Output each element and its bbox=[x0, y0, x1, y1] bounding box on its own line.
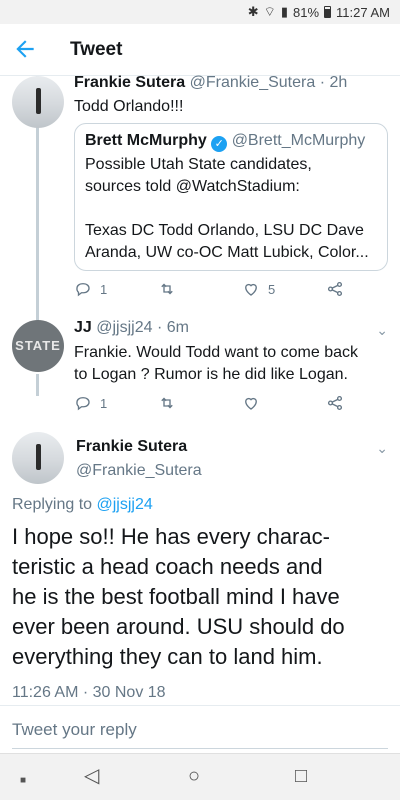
avatar[interactable] bbox=[12, 76, 64, 128]
page-title: Tweet bbox=[70, 39, 123, 60]
wifi-icon: ⌔ bbox=[263, 4, 276, 19]
reply-count: 1 bbox=[100, 395, 108, 411]
quote-header: Brett McMurphy ✓ @Brett_McMurphy bbox=[85, 132, 377, 152]
replying-to: Replying to @jjsjj24 bbox=[12, 496, 153, 514]
thread-line bbox=[36, 374, 39, 396]
verified-badge-icon: ✓ bbox=[211, 136, 228, 152]
reply-input[interactable]: Tweet your reply bbox=[12, 720, 137, 740]
avatar[interactable] bbox=[12, 432, 64, 484]
reply-icon bbox=[76, 397, 90, 411]
recents-icon[interactable]: □ bbox=[295, 766, 307, 786]
author-name[interactable]: Frankie Sutera bbox=[76, 438, 187, 456]
quote-line: Aranda, UW co-OC Matt Lubick, Color... bbox=[85, 244, 369, 261]
tweet-line: Frankie. Would Todd want to come back bbox=[74, 344, 358, 361]
tweet-age: · 6m bbox=[156, 319, 189, 336]
tweet-actions: 1 5 bbox=[74, 280, 354, 304]
reply-composer[interactable]: Tweet your reply bbox=[0, 705, 400, 753]
back-arrow-icon[interactable] bbox=[12, 36, 42, 64]
tweet-line: he is the best football mind I have bbox=[12, 584, 340, 609]
tweet-line: everything they can to land him. bbox=[12, 644, 323, 669]
battery-percent: 81% bbox=[293, 4, 320, 20]
menu-dot-icon[interactable]: ■ bbox=[20, 771, 26, 791]
reply-icon bbox=[76, 283, 90, 297]
heart-icon bbox=[245, 283, 257, 296]
quoted-tweet[interactable]: Brett McMurphy ✓ @Brett_McMurphy Possibl… bbox=[74, 123, 388, 271]
chevron-down-icon[interactable]: ⌄ bbox=[376, 322, 388, 339]
quote-author-name: Brett McMurphy bbox=[85, 132, 207, 149]
share-button[interactable] bbox=[326, 280, 344, 298]
retweet-button[interactable] bbox=[158, 280, 176, 298]
tweet-text: Todd Orlando!!! bbox=[74, 98, 184, 115]
tweet-header: JJ @jjsjj24 · 6m bbox=[74, 319, 189, 337]
like-count: 5 bbox=[268, 281, 276, 297]
chevron-down-icon[interactable]: ⌄ bbox=[376, 440, 388, 457]
retweet-icon bbox=[161, 283, 173, 295]
tweet-line: I hope so!! He has every charac- bbox=[12, 524, 330, 549]
avatar[interactable]: STATE bbox=[12, 320, 64, 372]
retweet-icon bbox=[161, 397, 173, 409]
quote-line: Texas DC Todd Orlando, LSU DC Dave bbox=[85, 222, 364, 239]
author-handle: @Frankie_Sutera bbox=[189, 74, 316, 91]
home-icon[interactable]: ○ bbox=[188, 766, 200, 786]
signal-icon: ▮ bbox=[280, 4, 288, 19]
reply-button[interactable]: 1 bbox=[74, 394, 107, 412]
reply-count: 1 bbox=[100, 281, 108, 297]
author-handle: @jjsjj24 bbox=[96, 319, 153, 336]
tweet-age: · 2h bbox=[319, 74, 348, 91]
battery-icon bbox=[324, 6, 332, 18]
status-bar: ✱ ⌔ ▮ 81% 11:27 AM bbox=[0, 0, 400, 24]
share-button[interactable] bbox=[326, 394, 344, 412]
author-handle: @Frankie_Sutera bbox=[76, 462, 202, 479]
divider bbox=[12, 748, 388, 749]
avatar-text: STATE bbox=[15, 338, 61, 353]
quote-author-handle: @Brett_McMurphy bbox=[231, 132, 366, 149]
app-bar: Tweet bbox=[0, 24, 400, 76]
quote-line: Possible Utah State candidates, bbox=[85, 156, 312, 173]
like-button[interactable] bbox=[242, 394, 260, 412]
reply-button[interactable]: 1 bbox=[74, 280, 107, 298]
heart-icon bbox=[245, 397, 257, 410]
system-nav-bar: ■ ◁ ○ □ bbox=[0, 753, 400, 800]
tweet-actions: 1 bbox=[74, 394, 354, 418]
tweet-line: to Logan ? Rumor is he did like Logan. bbox=[74, 366, 348, 383]
retweet-button[interactable] bbox=[158, 394, 176, 412]
tweet-timestamp: 11:26 AM · 30 Nov 18 bbox=[12, 684, 166, 701]
clock: 11:27 AM bbox=[336, 4, 390, 20]
like-button[interactable]: 5 bbox=[242, 280, 275, 298]
share-icon bbox=[327, 281, 343, 297]
bluetooth-icon: ✱ bbox=[247, 4, 259, 19]
replying-to-link[interactable]: @jjsjj24 bbox=[97, 496, 153, 513]
quote-line: sources told @WatchStadium: bbox=[85, 178, 300, 195]
back-icon[interactable]: ◁ bbox=[84, 766, 99, 786]
author-name[interactable]: JJ bbox=[74, 319, 92, 336]
author-name[interactable]: Frankie Sutera bbox=[74, 74, 185, 91]
share-icon bbox=[327, 395, 343, 411]
tweet-header: Frankie Sutera @Frankie_Sutera · 2h bbox=[74, 74, 347, 92]
replying-label: Replying to bbox=[12, 496, 93, 513]
tweet-line: ever been around. USU should do bbox=[12, 614, 345, 639]
tweet-line: teristic a head coach needs and bbox=[12, 554, 323, 579]
tweet-text: I hope so!! He has every charac- teristi… bbox=[12, 522, 392, 672]
